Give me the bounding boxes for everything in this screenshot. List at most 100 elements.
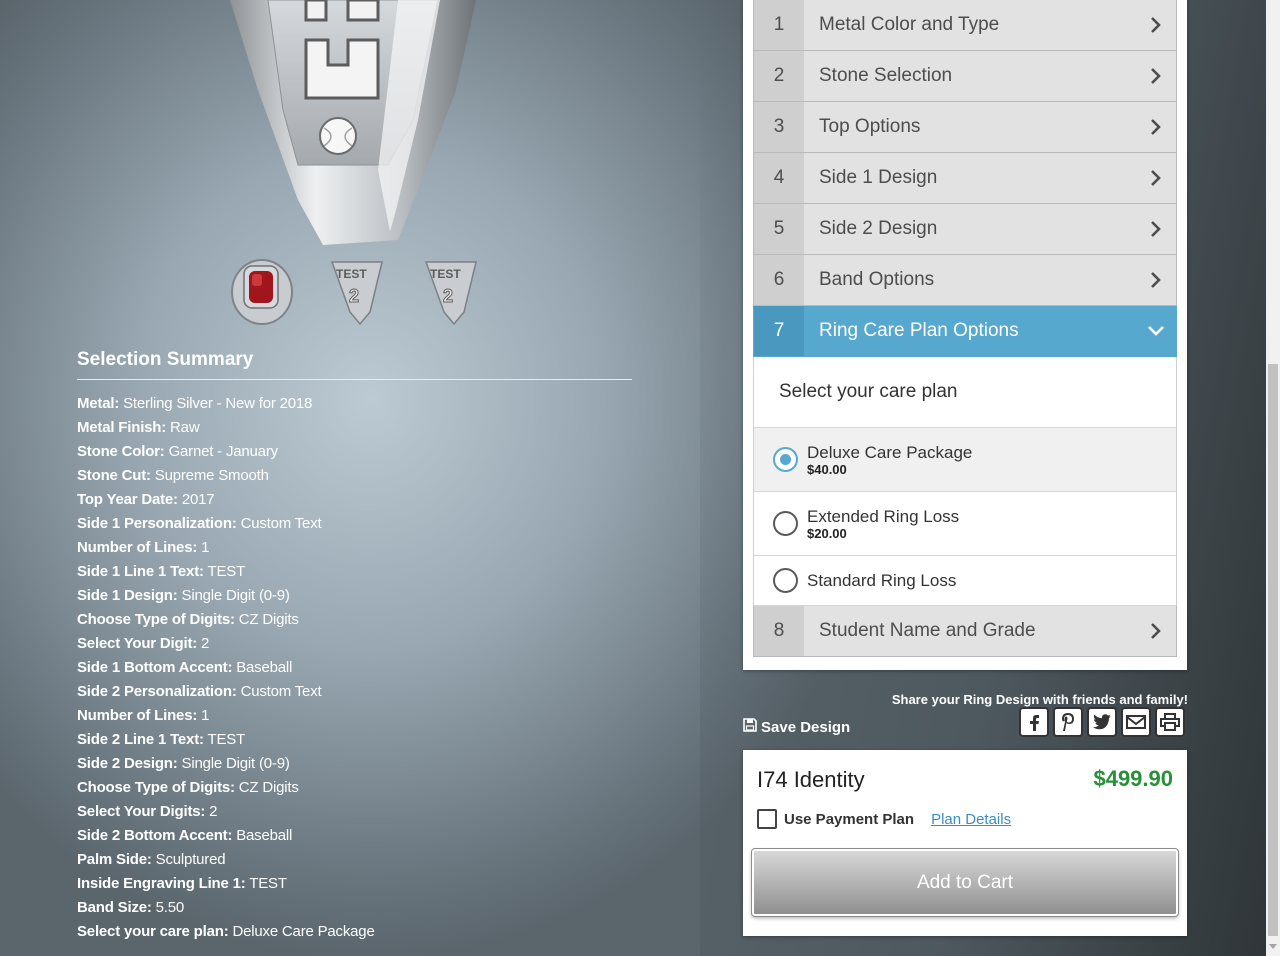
step-label: Ring Care Plan Options [819, 320, 1019, 341]
care-plan-heading: Select your care plan [754, 357, 1176, 428]
summary-item-label: Side 2 Bottom Accent: [77, 827, 233, 844]
plan-details-link[interactable]: Plan Details [931, 811, 1011, 828]
summary-item-label: Side 2 Line 1 Text: [77, 731, 204, 748]
summary-item-value: Baseball [236, 659, 293, 676]
summary-item: Side 1 Line 1 Text: TEST [77, 560, 632, 584]
print-icon[interactable] [1155, 707, 1185, 737]
step-5[interactable]: 5 Side 2 Design [753, 204, 1177, 255]
care-plan-option-name: Deluxe Care Package [807, 442, 973, 462]
summary-item-value: TEST [207, 563, 246, 580]
summary-item: Stone Color: Garnet - January [77, 440, 632, 464]
summary-item-label: Side 2 Personalization: [77, 683, 237, 700]
save-icon [743, 718, 757, 736]
svg-text:TEST: TEST [336, 267, 367, 281]
summary-item-label: Select your care plan: [77, 923, 229, 940]
care-plan-option-price: $40.00 [807, 461, 847, 477]
facebook-icon[interactable] [1019, 707, 1049, 737]
care-plan-radio[interactable] [773, 568, 798, 593]
summary-item: Select Your Digits: 2 [77, 800, 632, 824]
chevron-right-icon [1136, 271, 1176, 289]
summary-item-label: Metal: [77, 395, 120, 412]
page-scrollbar[interactable] [1266, 0, 1280, 956]
email-icon[interactable] [1121, 707, 1151, 737]
care-plan-section: Select your care plan Deluxe Care Package… [753, 357, 1177, 606]
care-plan-radio[interactable] [773, 511, 798, 536]
care-plan-option-text: Extended Ring Loss $20.00 [807, 507, 959, 541]
summary-item-value: Baseball [236, 827, 293, 844]
summary-item-value: CZ Digits [238, 779, 299, 796]
thumbnail-top-view[interactable] [226, 256, 296, 326]
step-4[interactable]: 4 Side 1 Design [753, 153, 1177, 204]
save-design-label: Save Design [761, 718, 851, 736]
scroll-down-arrow-icon[interactable] [1269, 944, 1277, 949]
summary-item-label: Side 1 Design: [77, 587, 178, 604]
summary-item-label: Stone Cut: [77, 467, 151, 484]
summary-item: Metal: Sterling Silver - New for 2018 [77, 392, 632, 416]
step-label: Top Options [819, 116, 921, 137]
summary-item-label: Inside Engraving Line 1: [77, 875, 246, 892]
step-number: 1 [754, 0, 804, 50]
selection-summary: Selection Summary Metal: Sterling Silver… [77, 348, 632, 944]
add-to-cart-button[interactable]: Add to Cart [751, 848, 1179, 917]
step-8[interactable]: 8 Student Name and Grade [753, 606, 1177, 657]
scrollbar-thumb[interactable] [1268, 364, 1278, 936]
care-plan-radio[interactable] [773, 447, 798, 472]
thumbnail-side-1-view[interactable]: TEST 2 [326, 256, 396, 326]
summary-item-value: Garnet - January [168, 443, 279, 460]
thumbnail-strip: TEST 2 TEST 2 [226, 256, 486, 326]
summary-item-label: Side 2 Design: [77, 755, 178, 772]
step-6[interactable]: 6 Band Options [753, 255, 1177, 306]
payment-plan-row: Use Payment Plan Plan Details [757, 809, 1011, 829]
summary-item: Side 1 Personalization: Custom Text [77, 512, 632, 536]
chevron-down-icon [1136, 325, 1176, 337]
summary-item-value: Sterling Silver - New for 2018 [123, 395, 313, 412]
summary-item: Side 2 Design: Single Digit (0-9) [77, 752, 632, 776]
thumbnail-side-2-view[interactable]: TEST 2 [420, 256, 490, 326]
step-number: 5 [754, 204, 804, 254]
summary-item-label: Palm Side: [77, 851, 152, 868]
summary-item-label: Side 1 Line 1 Text: [77, 563, 204, 580]
summary-item: Select your care plan: Deluxe Care Packa… [77, 920, 632, 944]
pinterest-icon[interactable] [1053, 707, 1083, 737]
summary-item: Inside Engraving Line 1: TEST [77, 872, 632, 896]
summary-item-label: Side 1 Bottom Accent: [77, 659, 233, 676]
care-plan-option[interactable]: Deluxe Care Package $40.00 [754, 428, 1176, 492]
chevron-right-icon [1136, 118, 1176, 136]
step-label: Side 2 Design [819, 218, 938, 239]
step-number: 2 [754, 51, 804, 101]
care-plan-option-price: $20.00 [807, 525, 847, 541]
summary-item-value: Deluxe Care Package [232, 923, 375, 940]
chevron-right-icon [1136, 169, 1176, 187]
twitter-icon[interactable] [1087, 707, 1117, 737]
payment-plan-checkbox[interactable] [757, 809, 777, 829]
summary-item: Side 2 Personalization: Custom Text [77, 680, 632, 704]
care-plan-option[interactable]: Extended Ring Loss $20.00 [754, 492, 1176, 556]
step-7-expanded[interactable]: 7 Ring Care Plan Options [753, 306, 1177, 357]
summary-item-label: Stone Color: [77, 443, 165, 460]
chevron-right-icon [1136, 67, 1176, 85]
summary-item-value: 1 [201, 707, 210, 724]
summary-item-value: 1 [201, 539, 210, 556]
care-plan-option[interactable]: Standard Ring Loss [754, 556, 1176, 606]
summary-item-value: TEST [207, 731, 246, 748]
summary-item-label: Select Your Digits: [77, 803, 206, 820]
save-design-button[interactable]: Save Design [743, 718, 850, 736]
summary-item-label: Choose Type of Digits: [77, 779, 235, 796]
step-number: 8 [754, 606, 804, 656]
summary-item-label: Side 1 Personalization: [77, 515, 237, 532]
summary-item: Palm Side: Sculptured [77, 848, 632, 872]
summary-item: Metal Finish: Raw [77, 416, 632, 440]
summary-item: Side 2 Bottom Accent: Baseball [77, 824, 632, 848]
summary-item: Number of Lines: 1 [77, 536, 632, 560]
summary-item-value: Sculptured [155, 851, 226, 868]
summary-item-label: Metal Finish: [77, 419, 167, 436]
step-3[interactable]: 3 Top Options [753, 102, 1177, 153]
summary-item-value: Raw [170, 419, 200, 436]
summary-item-label: Select Your Digit: [77, 635, 198, 652]
summary-item: Side 1 Bottom Accent: Baseball [77, 656, 632, 680]
step-2[interactable]: 2 Stone Selection [753, 51, 1177, 102]
summary-item: Number of Lines: 1 [77, 704, 632, 728]
summary-item-value: TEST [249, 875, 287, 892]
summary-item: Side 2 Line 1 Text: TEST [77, 728, 632, 752]
step-1[interactable]: 1 Metal Color and Type [753, 0, 1177, 51]
